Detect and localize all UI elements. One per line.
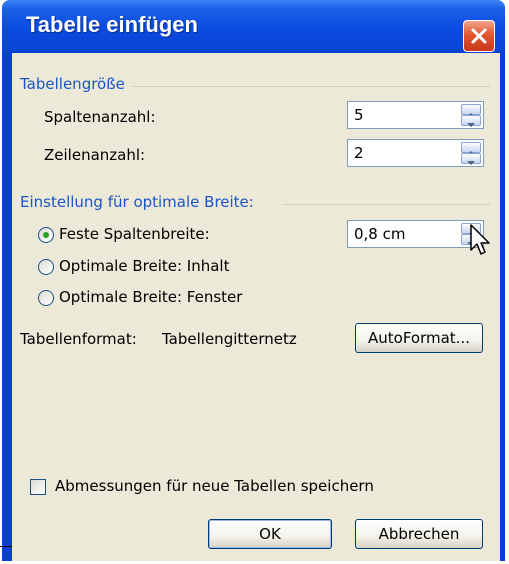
dialog-window: Tabelle einfügen Tabellengröße Spaltenan… [2,0,505,561]
columns-value: 5 [354,106,364,124]
size-group-label: Tabellengröße [20,75,125,93]
spin-up-button[interactable] [461,142,481,155]
chevron-down-icon [467,161,475,165]
autofit-window-label[interactable]: Optimale Breite: Fenster [59,288,242,306]
radio-fixed-width[interactable] [38,227,54,243]
fixed-width-spin-field[interactable]: 0,8 cm [347,220,484,248]
close-icon [471,28,487,44]
rows-label: Zeilenanzahl: [44,146,146,164]
autoformat-button[interactable]: AutoFormat... [355,323,483,353]
fixed-width-value: 0,8 cm [354,225,406,243]
stray-divider-line [0,546,12,547]
table-format-value: Tabellengitternetz [162,330,297,348]
chevron-down-icon [467,123,475,127]
autofit-group-divider [284,204,490,205]
remember-dimensions-checkbox[interactable] [30,479,46,495]
size-group-divider [132,86,490,87]
rows-spinner[interactable] [461,142,481,165]
radio-autofit-window[interactable] [38,290,54,306]
rows-value: 2 [354,144,364,162]
close-button[interactable] [463,20,495,52]
table-format-label: Tabellenformat: [20,330,137,348]
spin-down-button[interactable] [461,153,481,165]
spin-down-button[interactable] [461,115,481,127]
autofit-group-label: Einstellung für optimale Breite: [20,193,254,211]
rows-spin-field[interactable]: 2 [347,139,484,167]
radio-autofit-content[interactable] [38,259,54,275]
columns-label: Spaltenanzahl: [44,108,156,126]
mouse-pointer-icon [470,224,490,255]
columns-spin-field[interactable]: 5 [347,101,484,129]
cancel-button[interactable]: Abbrechen [355,519,483,549]
spin-up-button[interactable] [461,104,481,117]
remember-dimensions-label[interactable]: Abmessungen für neue Tabellen speichern [55,477,374,495]
columns-spinner[interactable] [461,104,481,127]
fixed-width-label[interactable]: Feste Spaltenbreite: [59,225,210,243]
title-bar[interactable]: Tabelle einfügen [2,0,505,52]
dialog-title: Tabelle einfügen [26,12,198,37]
ok-button[interactable]: OK [208,519,332,549]
dialog-client-area: Tabellengröße Spaltenanzahl: 5 Zeilenanz… [12,53,500,561]
autofit-content-label[interactable]: Optimale Breite: Inhalt [59,257,229,275]
